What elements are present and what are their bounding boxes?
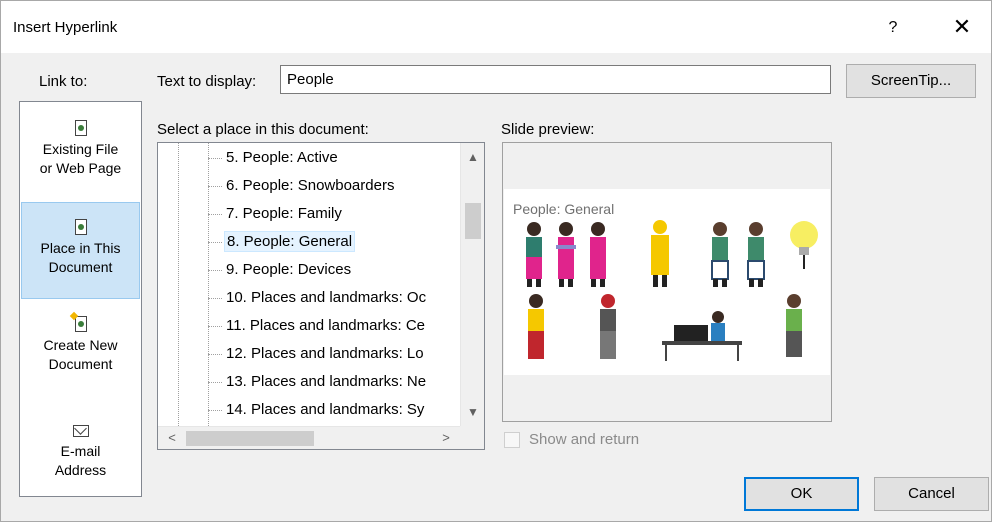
link-existing-file[interactable]: Existing File or Web Page	[21, 118, 140, 198]
text-to-display-label: Text to display:	[157, 73, 257, 90]
tree-item[interactable]: 9. People: Devices	[208, 257, 460, 283]
text-to-display-input[interactable]	[280, 65, 831, 94]
close-icon[interactable]: ✕	[947, 13, 977, 43]
select-place-label: Select a place in this document:	[157, 121, 369, 138]
show-and-return-checkbox[interactable]	[504, 432, 520, 448]
slide-preview: People: General	[502, 142, 832, 422]
insert-hyperlink-dialog: Insert Hyperlink ? ✕ Link to: Existing F…	[0, 0, 992, 522]
scroll-down-icon[interactable]: ▼	[461, 400, 484, 424]
screentip-button[interactable]: ScreenTip...	[846, 64, 976, 98]
slide-thumbnail: People: General	[504, 189, 830, 375]
link-create-new-document-line2: Document	[48, 356, 113, 372]
link-place-in-document-line2: Document	[48, 259, 113, 275]
link-create-new-document[interactable]: Create New Document	[21, 316, 140, 396]
scroll-right-icon[interactable]: >	[434, 427, 458, 449]
person-figure	[600, 294, 616, 359]
link-to-bar: Existing File or Web Page Place in This …	[19, 101, 142, 497]
link-existing-file-line1: Existing File	[42, 141, 119, 157]
horizontal-scrollbar[interactable]: < >	[158, 426, 460, 449]
tree-item[interactable]: 5. People: Active	[208, 145, 460, 171]
tree-item[interactable]: 6. People: Snowboarders	[208, 173, 460, 199]
person-figure	[711, 222, 729, 287]
tree-item[interactable]: 7. People: Family	[208, 201, 460, 227]
slide-preview-label: Slide preview:	[501, 121, 595, 138]
person-figure	[590, 222, 606, 287]
tree-item[interactable]: 14. Places and landmarks: Sy	[208, 397, 460, 423]
tree-item[interactable]: 13. Places and landmarks: Ne	[208, 369, 460, 395]
dialog-title: Insert Hyperlink	[13, 19, 118, 36]
place-tree[interactable]: 5. People: Active 6. People: Snowboarder…	[157, 142, 485, 450]
link-email-address[interactable]: E-mail Address	[21, 422, 140, 496]
email-icon	[72, 422, 89, 440]
person-figure	[651, 220, 669, 287]
link-email-address-line2: Address	[54, 462, 107, 478]
scroll-left-icon[interactable]: <	[160, 427, 184, 449]
lightbulb-figure	[790, 221, 818, 269]
person-figure	[747, 222, 765, 287]
scroll-up-icon[interactable]: ▲	[461, 145, 484, 169]
ok-button[interactable]: OK	[744, 477, 859, 511]
tree-item[interactable]: 12. Places and landmarks: Lo	[208, 341, 460, 367]
people-illustration	[526, 220, 818, 361]
title-bar: Insert Hyperlink ? ✕	[1, 1, 991, 53]
help-button[interactable]: ?	[879, 15, 907, 41]
tree-item[interactable]: 10. Places and landmarks: Oc	[208, 285, 460, 311]
web-page-icon	[73, 120, 89, 138]
desk-figure	[662, 311, 742, 361]
place-in-document-icon	[73, 219, 89, 237]
link-email-address-line1: E-mail	[60, 443, 101, 459]
link-existing-file-line2: or Web Page	[39, 160, 122, 176]
person-figure	[528, 294, 544, 359]
person-figure	[786, 294, 802, 357]
tree-item-selected[interactable]: 8. People: General	[208, 229, 460, 255]
link-to-label: Link to:	[39, 73, 88, 90]
show-and-return-label: Show and return	[529, 431, 640, 448]
link-create-new-document-line1: Create New	[43, 337, 118, 353]
person-figure	[556, 222, 576, 287]
horizontal-scroll-thumb[interactable]	[186, 431, 314, 446]
vertical-scroll-thumb[interactable]	[465, 203, 481, 239]
tree-item[interactable]: 11. Places and landmarks: Ce	[208, 313, 460, 339]
person-figure	[526, 222, 542, 287]
vertical-scrollbar[interactable]: ▲ ▼	[460, 143, 484, 426]
new-document-icon	[73, 316, 89, 334]
link-place-in-document[interactable]: Place in This Document	[21, 202, 140, 299]
cancel-button[interactable]: Cancel	[874, 477, 989, 511]
link-place-in-document-line1: Place in This	[40, 240, 121, 256]
